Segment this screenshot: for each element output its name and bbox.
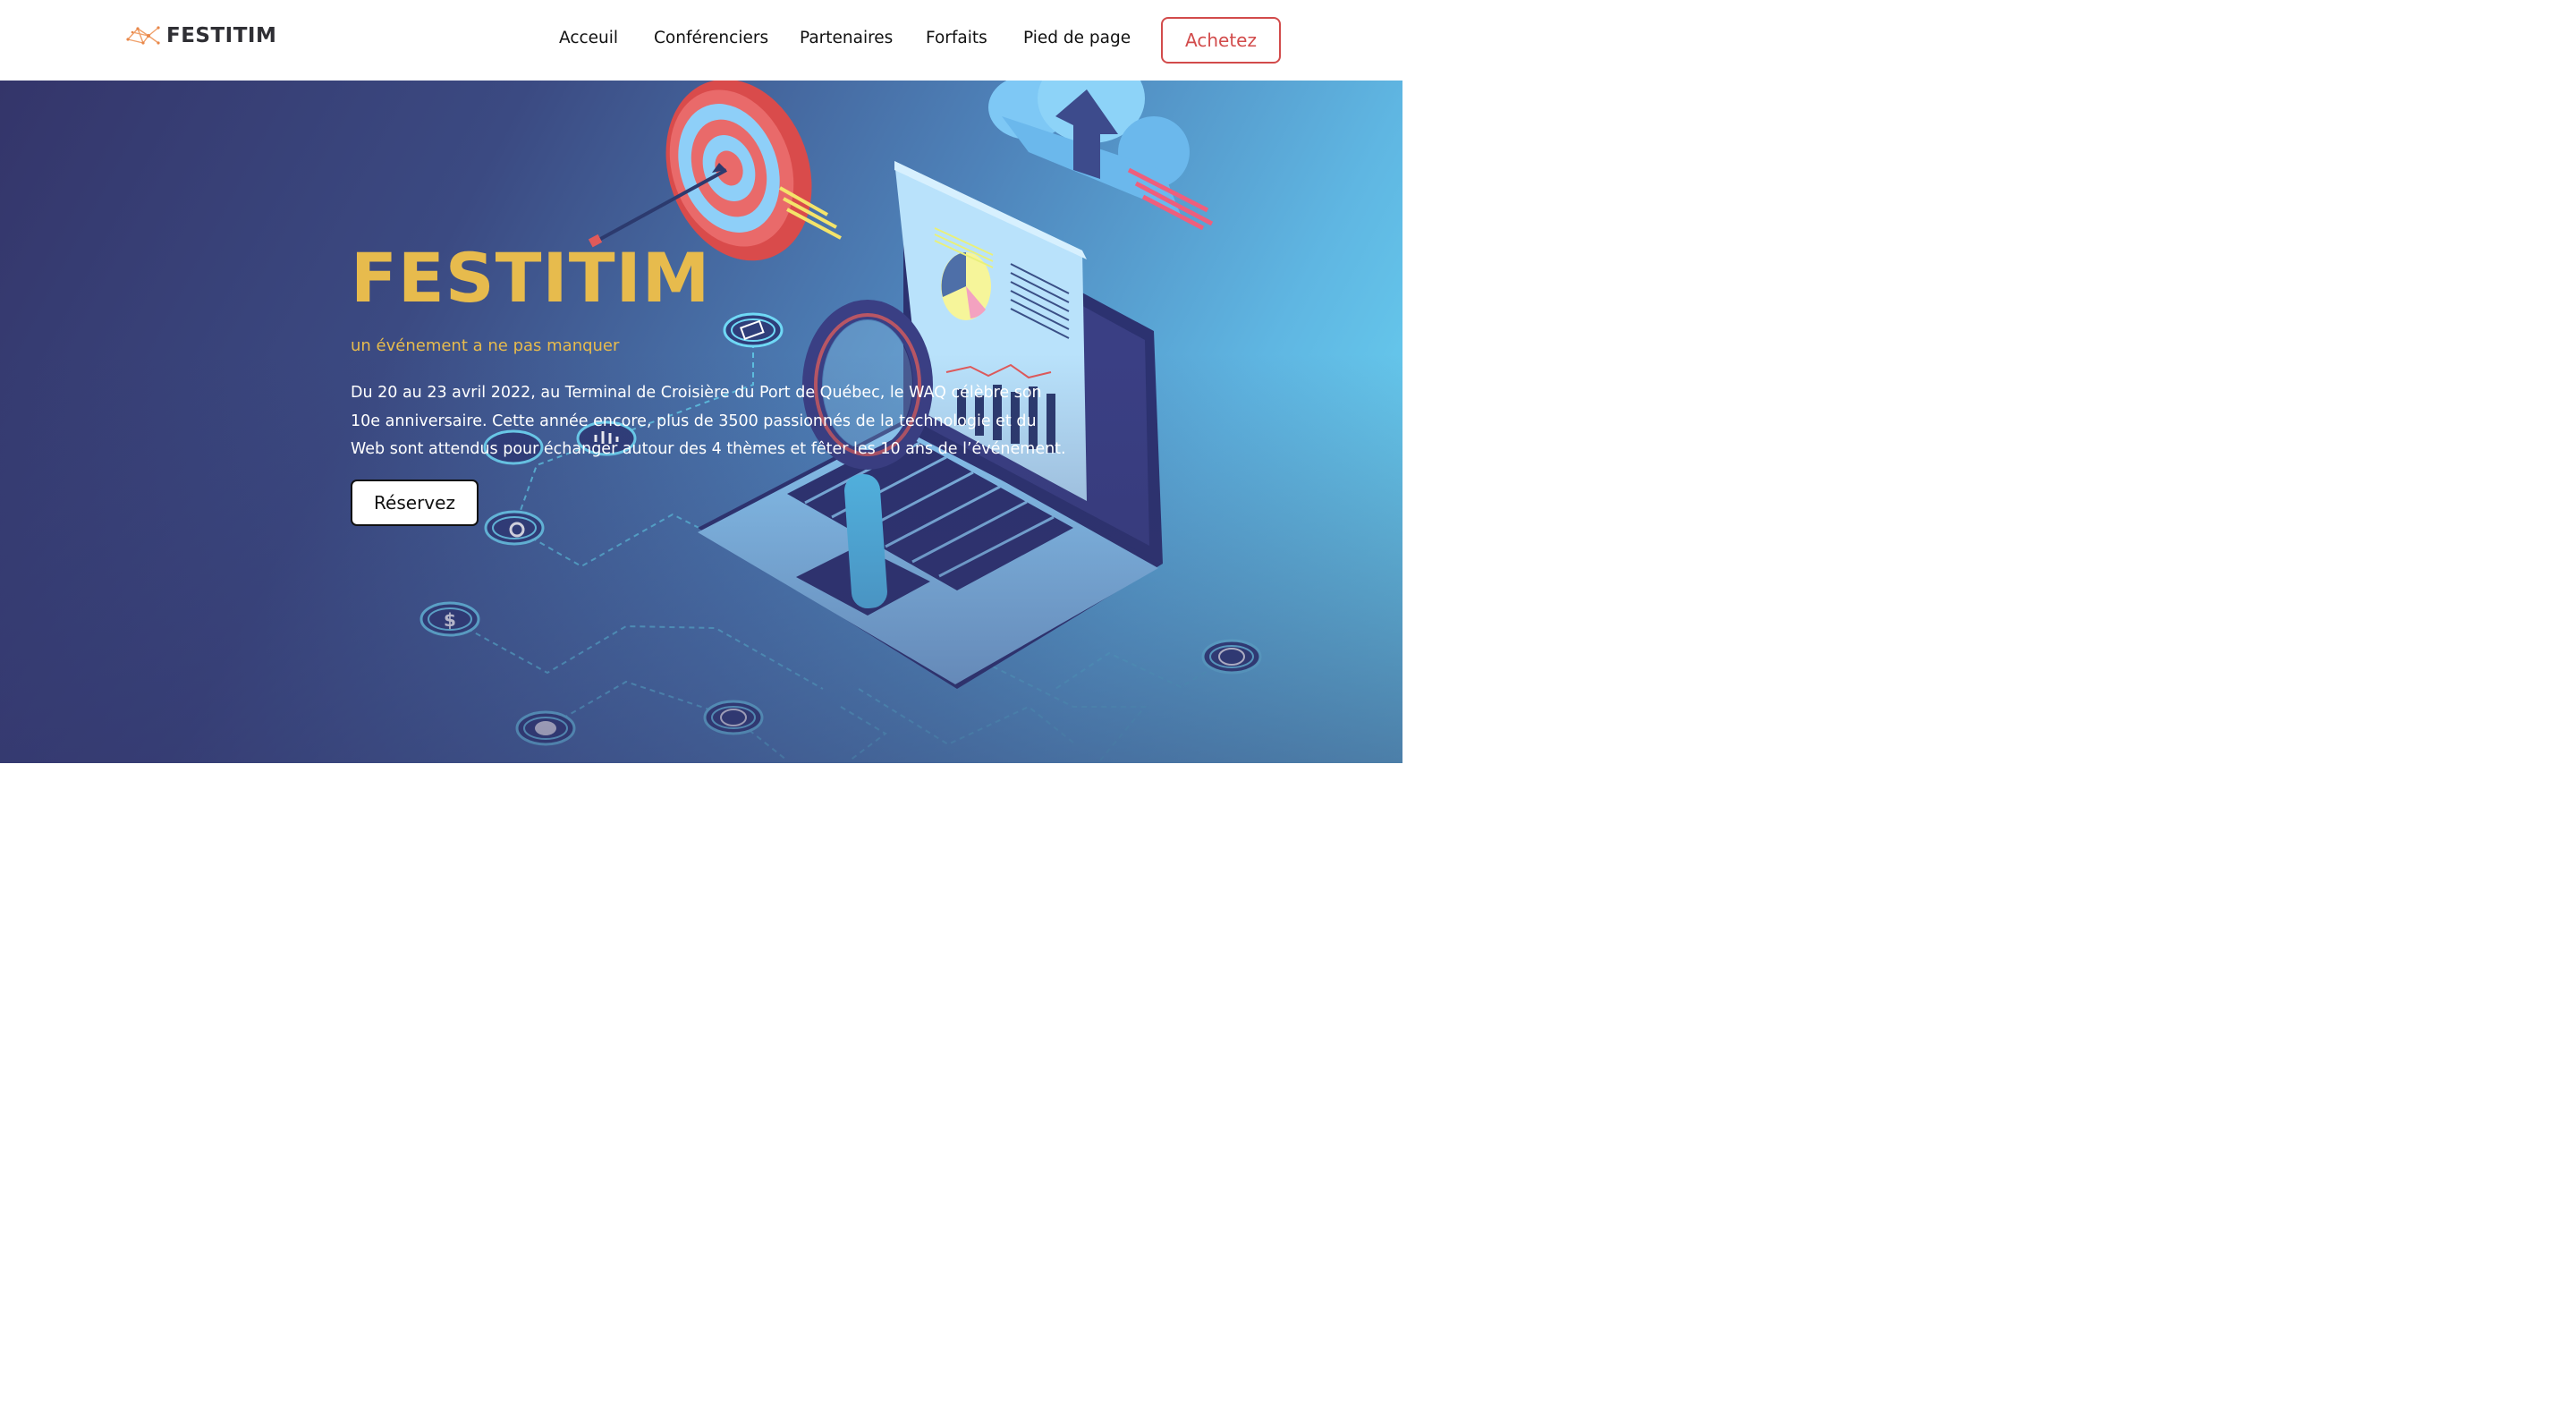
hero-title: FESTITIM <box>351 238 711 318</box>
buy-button[interactable]: Achetez <box>1161 17 1281 64</box>
hero-description: Du 20 au 23 avril 2022, au Terminal de C… <box>351 384 1066 458</box>
site-header: FESTITIM Acceuil Conférenciers Partenair… <box>0 0 1402 81</box>
nav-item-partenaires[interactable]: Partenaires <box>800 29 893 47</box>
nav-item-conferenciers[interactable]: Conférenciers <box>654 29 768 47</box>
reserve-button[interactable]: Réservez <box>351 480 479 526</box>
hero-subtitle: un événement a ne pas manquer <box>351 336 620 355</box>
nav-item-acceuil[interactable]: Acceuil <box>559 29 618 47</box>
hero-section: $ <box>0 81 1402 763</box>
nav-item-forfaits[interactable]: Forfaits <box>926 29 987 47</box>
nav-item-pied-de-page[interactable]: Pied de page <box>1023 29 1131 47</box>
